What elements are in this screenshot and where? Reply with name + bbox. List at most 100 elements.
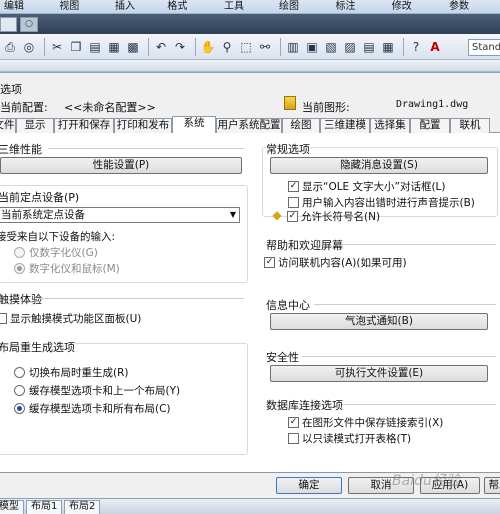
markup-icon[interactable]: ▤ — [361, 39, 377, 55]
divider — [302, 356, 496, 357]
help-icon[interactable]: ? — [408, 39, 424, 55]
readonly-tables-label: 以只读模式打开表格(T) — [302, 433, 412, 445]
menu-view[interactable]: 视图(V) — [55, 0, 89, 25]
copy-icon[interactable]: ❐ — [68, 39, 84, 55]
general-options-title: 常规选项 — [266, 141, 310, 157]
touch-experience-title: 触摸体验 — [0, 293, 42, 306]
watermark: Baidu经验 — [392, 473, 460, 489]
hidden-messages-button[interactable]: 隐藏消息设置(S) — [270, 157, 488, 174]
regen-on-switch-label: 切换布局时重生成(R) — [29, 367, 129, 379]
separator — [403, 37, 404, 56]
redo-icon[interactable]: ↷ — [172, 39, 188, 55]
divider — [342, 244, 496, 245]
radio-icon — [14, 385, 25, 396]
menu-insert[interactable]: 插入(I) — [111, 0, 141, 25]
divider — [314, 304, 496, 305]
touch-ribbon-label: 显示触摸模式功能区面板(U) — [10, 313, 142, 325]
tab-profiles[interactable]: 配置 — [410, 118, 450, 133]
warning-shield-icon: ◆ — [272, 208, 282, 222]
long-symbol-names-checkbox[interactable]: ◆ ✓ 允许长符号名(N) — [270, 209, 380, 224]
executable-settings-button[interactable]: 可执行文件设置(E) — [270, 365, 488, 382]
tab-3d-modeling[interactable]: 三维建模 — [320, 118, 370, 133]
checkbox-icon — [0, 313, 7, 324]
paste-icon[interactable]: ▤ — [87, 39, 103, 55]
tab-system[interactable]: 系统 — [172, 116, 216, 134]
separator — [44, 37, 45, 56]
menu-draw[interactable]: 绘图(D) — [275, 0, 309, 25]
checkbox-checked-icon: ✓ — [288, 181, 299, 192]
radio-icon — [14, 263, 25, 274]
properties-icon[interactable]: ▥ — [285, 39, 301, 55]
sheet-set-icon[interactable]: ▨ — [342, 39, 358, 55]
ok-button[interactable]: 确定 — [276, 477, 342, 494]
cache-last-layout-radio[interactable]: 缓存模型选项卡和上一个布局(Y) — [14, 383, 180, 398]
match-properties-icon[interactable]: ▦ — [106, 39, 122, 55]
text-style-select[interactable]: Stand — [468, 39, 500, 56]
zoom-window-icon[interactable]: ⬚ — [238, 39, 254, 55]
layout-regen-title: 布局重生成选项 — [0, 339, 75, 355]
divider — [48, 148, 244, 149]
menu-tools[interactable]: 工具(T) — [220, 0, 253, 25]
drawing-icon — [284, 96, 296, 110]
radio-icon — [14, 367, 25, 378]
pan-icon[interactable]: ✋ — [200, 39, 216, 55]
touch-ribbon-checkbox[interactable]: 显示触摸模式功能区面板(U) — [0, 311, 141, 326]
digitizer-mouse-label: 数字化仪和鼠标(M) — [29, 263, 120, 275]
tab-plot-publish[interactable]: 打印和发布 — [114, 118, 172, 133]
design-center-icon[interactable]: ▣ — [304, 39, 320, 55]
infocenter-title: 信息中心 — [266, 299, 310, 312]
separator — [148, 37, 149, 56]
new-tab-icon[interactable]: ○ — [20, 17, 38, 32]
show-ole-checkbox[interactable]: ✓ 显示“OLE 文字大小”对话框(L) — [288, 179, 446, 194]
online-content-checkbox[interactable]: ✓ 访问联机内容(A)(如果可用) — [264, 255, 407, 270]
undo-icon[interactable]: ↶ — [153, 39, 169, 55]
readonly-tables-checkbox[interactable]: 以只读模式打开表格(T) — [288, 431, 411, 446]
layout-regen-group — [0, 343, 248, 455]
divider — [38, 298, 244, 299]
tab-model[interactable]: 模型 — [0, 500, 24, 514]
show-ole-label: 显示“OLE 文字大小”对话框(L) — [302, 181, 446, 193]
preview-icon[interactable]: ◎ — [21, 39, 37, 55]
menu-bar: 编辑(E) 视图(V) 插入(I) 格式(O) 工具(T) 绘图(D) 标注(N… — [0, 0, 500, 25]
cut-icon[interactable]: ✂ — [49, 39, 65, 55]
tab-drafting[interactable]: 绘图 — [282, 118, 320, 133]
tab-selection[interactable]: 选择集 — [370, 118, 410, 133]
plot-icon[interactable]: ⎙ — [2, 39, 18, 55]
separator — [280, 37, 281, 56]
cache-all-layouts-label: 缓存模型选项卡和所有布局(C) — [29, 403, 171, 415]
tab-open-save[interactable]: 打开和保存 — [54, 118, 114, 133]
tab-files[interactable]: 文件 — [0, 118, 16, 133]
store-link-index-checkbox[interactable]: ✓ 在图形文件中保存链接索引(X) — [288, 415, 443, 430]
digitizer-only-label: 仅数字化仪(G) — [29, 247, 98, 259]
tab-user-preferences[interactable]: 用户系统配置 — [216, 118, 282, 133]
performance-settings-button[interactable]: 性能设置(P) — [0, 157, 242, 174]
menu-dimension[interactable]: 标注(N) — [331, 0, 365, 25]
zoom-realtime-icon[interactable]: ⚲ — [219, 39, 235, 55]
balloon-notifications-button[interactable]: 气泡式通知(B) — [270, 313, 488, 330]
separator — [195, 37, 196, 56]
tool-palettes-icon[interactable]: ▧ — [323, 39, 339, 55]
menu-edit[interactable]: 编辑(E) — [0, 0, 33, 25]
layout-tab-bar: 模型 布局1 布局2 — [0, 498, 500, 514]
menu-parameter[interactable]: 参数(P) — [445, 0, 478, 25]
beep-checkbox[interactable]: 用户输入内容出错时进行声音提示(B) — [288, 195, 475, 210]
radio-icon — [14, 247, 25, 258]
online-content-label: 访问联机内容(A)(如果可用) — [278, 257, 407, 269]
options-dialog: 选项 当前配置: <<未命名配置>> 当前图形: Drawing1.dwg 文件… — [0, 72, 500, 498]
regen-on-switch-radio[interactable]: 切换布局时重生成(R) — [14, 365, 129, 380]
calculator-icon[interactable]: ▦ — [380, 39, 396, 55]
cache-all-layouts-radio[interactable]: 缓存模型选项卡和所有布局(C) — [14, 401, 171, 416]
block-editor-icon[interactable]: ▩ — [125, 39, 141, 55]
tab-display[interactable]: 显示 — [16, 118, 54, 133]
pointing-device-value: 当前系统定点设备 — [1, 209, 85, 221]
pointing-device-select[interactable]: 当前系统定点设备 ▼ — [0, 207, 240, 223]
menu-modify[interactable]: 修改(M) — [388, 0, 423, 25]
document-tab[interactable] — [0, 17, 17, 32]
checkbox-checked-icon: ✓ — [288, 417, 299, 428]
tab-layout1[interactable]: 布局1 — [26, 500, 63, 514]
zoom-previous-icon[interactable]: ⚯ — [257, 39, 273, 55]
text-style-icon[interactable]: A — [427, 39, 443, 55]
tab-layout2[interactable]: 布局2 — [64, 500, 101, 514]
menu-format[interactable]: 格式(O) — [163, 0, 198, 25]
tab-online[interactable]: 联机 — [450, 118, 490, 133]
